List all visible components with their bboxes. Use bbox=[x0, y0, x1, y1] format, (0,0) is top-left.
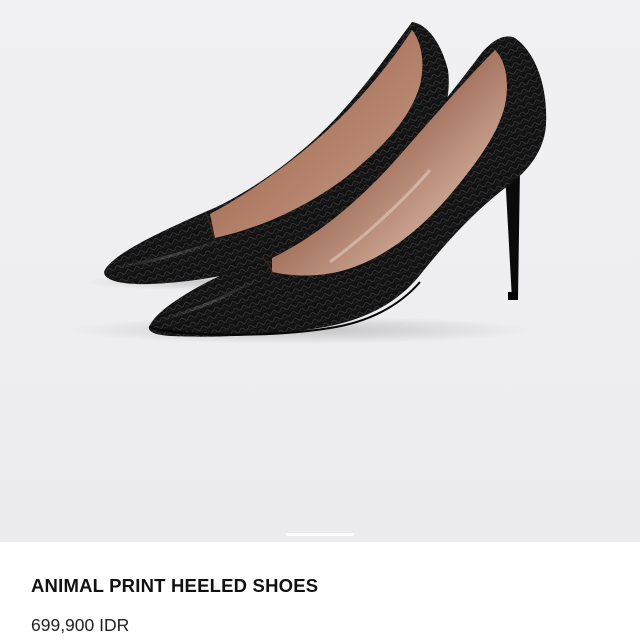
product-image bbox=[70, 22, 547, 344]
carousel-page-indicator[interactable] bbox=[286, 533, 354, 536]
product-image-carousel[interactable] bbox=[0, 0, 640, 542]
product-page: ANIMAL PRINT HEELED SHOES 699,900 IDR bbox=[0, 0, 640, 640]
product-info: ANIMAL PRINT HEELED SHOES 699,900 IDR bbox=[0, 542, 640, 640]
product-title: ANIMAL PRINT HEELED SHOES bbox=[31, 575, 319, 596]
product-price: 699,900 IDR bbox=[31, 615, 130, 635]
